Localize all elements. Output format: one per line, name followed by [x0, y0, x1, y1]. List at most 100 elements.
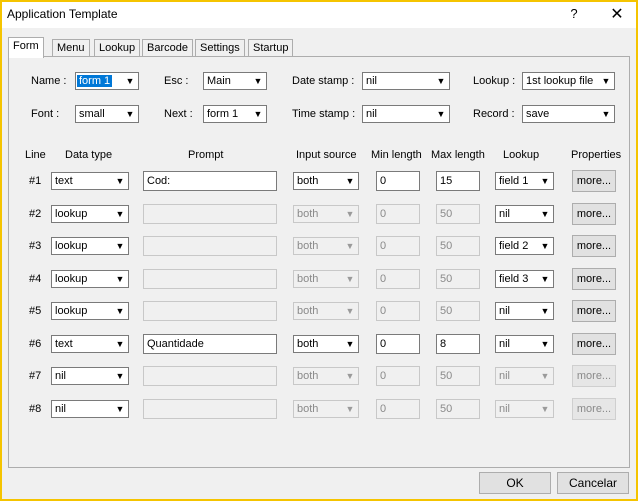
lookup-field-select[interactable]: nil ▼ — [495, 302, 554, 320]
lookup-field-select-value: field 2 — [499, 240, 529, 252]
data-type-select[interactable]: lookup ▼ — [51, 302, 129, 320]
prompt-input[interactable] — [143, 236, 277, 256]
chevron-down-icon: ▼ — [540, 176, 550, 186]
min-length-input[interactable]: 0 — [376, 204, 420, 224]
time-stamp-label: Time stamp : — [292, 108, 356, 120]
input-source-select[interactable]: both ▼ — [293, 335, 359, 353]
min-length-input[interactable]: 0 — [376, 301, 420, 321]
input-source-select[interactable]: both ▼ — [293, 172, 359, 190]
properties-button[interactable]: more... — [572, 203, 616, 225]
form-tab-panel: Name : form 1 ▼ Esc : Main ▼ Date stamp … — [8, 56, 630, 468]
min-length-input-value: 0 — [380, 175, 387, 187]
font-select[interactable]: small ▼ — [75, 105, 139, 123]
help-button[interactable]: ? — [564, 6, 584, 24]
min-length-input[interactable]: 0 — [376, 236, 420, 256]
max-length-input[interactable]: 50 — [436, 366, 480, 386]
lookup-field-select[interactable]: nil ▼ — [495, 205, 554, 223]
min-length-input-value: 0 — [380, 403, 387, 415]
properties-button[interactable]: more... — [572, 365, 616, 387]
min-length-input-value: 0 — [380, 208, 387, 220]
lookup-field-select-value: nil — [499, 403, 511, 415]
date-stamp-select[interactable]: nil ▼ — [362, 72, 450, 90]
max-length-input-value: 50 — [440, 370, 453, 382]
input-source-select[interactable]: both ▼ — [293, 367, 359, 385]
input-source-select[interactable]: both ▼ — [293, 270, 359, 288]
ok-button[interactable]: OK — [479, 472, 551, 494]
min-length-input[interactable]: 0 — [376, 399, 420, 419]
max-length-input[interactable]: 8 — [436, 334, 480, 354]
close-icon[interactable]: ✕ — [602, 4, 632, 26]
max-length-input[interactable]: 50 — [436, 269, 480, 289]
data-type-select[interactable]: text ▼ — [51, 172, 129, 190]
min-length-input[interactable]: 0 — [376, 334, 420, 354]
name-select[interactable]: form 1 ▼ — [75, 72, 139, 90]
tab-barcode[interactable]: Barcode — [142, 39, 193, 57]
data-type-select[interactable]: lookup ▼ — [51, 270, 129, 288]
min-length-input[interactable]: 0 — [376, 269, 420, 289]
chevron-down-icon: ▼ — [115, 274, 125, 284]
properties-button[interactable]: more... — [572, 333, 616, 355]
data-type-select[interactable]: nil ▼ — [51, 367, 129, 385]
input-source-select[interactable]: both ▼ — [293, 302, 359, 320]
esc-select[interactable]: Main ▼ — [203, 72, 267, 90]
min-length-input[interactable]: 0 — [376, 366, 420, 386]
data-type-select-value: nil — [55, 403, 67, 415]
prompt-input[interactable]: Cod: — [143, 171, 277, 191]
max-length-input-value: 8 — [440, 338, 447, 350]
tab-menu[interactable]: Menu — [52, 39, 90, 57]
lookup-field-select[interactable]: field 2 ▼ — [495, 237, 554, 255]
data-type-select[interactable]: lookup ▼ — [51, 237, 129, 255]
data-type-select[interactable]: text ▼ — [51, 335, 129, 353]
prompt-input[interactable] — [143, 301, 277, 321]
time-stamp-select[interactable]: nil ▼ — [362, 105, 450, 123]
max-length-input[interactable]: 50 — [436, 204, 480, 224]
data-type-select-value: lookup — [55, 208, 88, 220]
tab-form[interactable]: Form — [8, 37, 44, 58]
data-type-select[interactable]: lookup ▼ — [51, 205, 129, 223]
chevron-down-icon: ▼ — [125, 109, 135, 119]
lookup-field-select[interactable]: nil ▼ — [495, 367, 554, 385]
chevron-down-icon: ▼ — [115, 209, 125, 219]
chevron-down-icon: ▼ — [345, 371, 355, 381]
chevron-down-icon: ▼ — [601, 76, 611, 86]
tab-startup[interactable]: Startup — [248, 39, 294, 57]
data-type-select-value: lookup — [55, 240, 88, 252]
chevron-down-icon: ▼ — [601, 109, 611, 119]
lookup-field-select[interactable]: nil ▼ — [495, 400, 554, 418]
input-source-select-value: both — [297, 370, 319, 382]
prompt-input[interactable] — [143, 269, 277, 289]
prompt-input[interactable] — [143, 399, 277, 419]
lookup-field-select[interactable]: nil ▼ — [495, 335, 554, 353]
properties-button[interactable]: more... — [572, 170, 616, 192]
properties-button[interactable]: more... — [572, 235, 616, 257]
prompt-input[interactable] — [143, 366, 277, 386]
max-length-input[interactable]: 50 — [436, 399, 480, 419]
chevron-down-icon: ▼ — [345, 404, 355, 414]
tab-settings[interactable]: Settings — [195, 39, 245, 57]
next-select[interactable]: form 1 ▼ — [203, 105, 267, 123]
max-length-input[interactable]: 15 — [436, 171, 480, 191]
lookup-field-select[interactable]: field 1 ▼ — [495, 172, 554, 190]
window-title: Application Template — [7, 7, 118, 21]
input-source-select[interactable]: both ▼ — [293, 237, 359, 255]
lookup-file-select[interactable]: 1st lookup file ▼ — [522, 72, 615, 90]
input-source-select[interactable]: both ▼ — [293, 400, 359, 418]
lookup-field-select[interactable]: field 3 ▼ — [495, 270, 554, 288]
properties-button[interactable]: more... — [572, 398, 616, 420]
data-type-select[interactable]: nil ▼ — [51, 400, 129, 418]
properties-button[interactable]: more... — [572, 268, 616, 290]
properties-button[interactable]: more... — [572, 300, 616, 322]
tab-lookup[interactable]: Lookup — [94, 39, 141, 57]
col-properties: Properties — [571, 149, 622, 161]
prompt-input[interactable]: Quantidade — [143, 334, 277, 354]
max-length-input[interactable]: 50 — [436, 236, 480, 256]
min-length-input[interactable]: 0 — [376, 171, 420, 191]
record-select[interactable]: save ▼ — [522, 105, 615, 123]
prompt-input[interactable] — [143, 204, 277, 224]
chevron-down-icon: ▼ — [345, 339, 355, 349]
max-length-input[interactable]: 50 — [436, 301, 480, 321]
lookup-label: Lookup : — [473, 75, 516, 87]
chevron-down-icon: ▼ — [345, 274, 355, 284]
cancel-button[interactable]: Cancelar — [557, 472, 629, 494]
input-source-select[interactable]: both ▼ — [293, 205, 359, 223]
